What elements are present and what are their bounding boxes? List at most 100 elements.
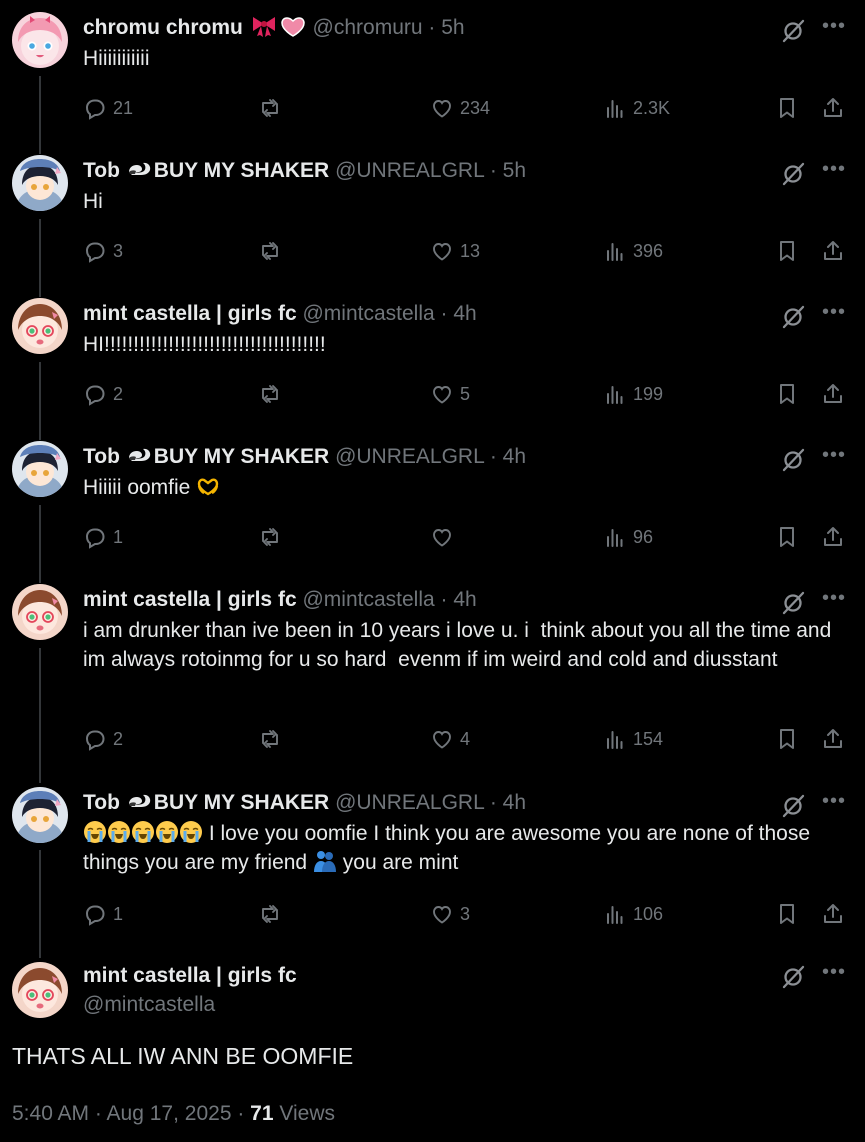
share-button[interactable] bbox=[821, 236, 851, 266]
grok-icon[interactable] bbox=[780, 161, 806, 187]
views-count: 199 bbox=[633, 384, 664, 404]
views-button[interactable]: 396 bbox=[603, 236, 663, 266]
reply-count: 1 bbox=[113, 904, 124, 924]
reply-tweet[interactable]: mint castella | girls fc @mintcastella ·… bbox=[0, 572, 865, 775]
share-button[interactable] bbox=[821, 93, 851, 123]
views-button[interactable]: 2.3K bbox=[603, 93, 670, 123]
reply-button[interactable]: 2 bbox=[83, 724, 123, 754]
grok-icon[interactable] bbox=[780, 304, 806, 330]
reply-button[interactable]: 1 bbox=[83, 899, 123, 929]
like-button[interactable]: 4 bbox=[430, 724, 470, 754]
share-button[interactable] bbox=[821, 379, 851, 409]
bookmark-button[interactable] bbox=[775, 236, 805, 266]
reply-tweet[interactable]: chromu chromu @chromuru · 5h ••• Hiiiiii… bbox=[0, 0, 865, 143]
avatar[interactable] bbox=[12, 962, 68, 1018]
reply-button[interactable]: 1 bbox=[83, 522, 123, 552]
bookmark-icon bbox=[780, 384, 794, 404]
reply-button[interactable]: 21 bbox=[83, 93, 133, 123]
avatar[interactable] bbox=[12, 787, 68, 843]
retweet-button[interactable] bbox=[258, 93, 288, 123]
share-button[interactable] bbox=[821, 522, 851, 552]
bookmark-button[interactable] bbox=[775, 522, 805, 552]
more-icon[interactable]: ••• bbox=[822, 158, 846, 181]
share-button[interactable] bbox=[821, 724, 851, 754]
grok-icon[interactable] bbox=[780, 18, 806, 44]
avatar[interactable] bbox=[12, 12, 68, 68]
avatar[interactable] bbox=[12, 298, 68, 354]
bookmark-button[interactable] bbox=[775, 379, 805, 409]
reply-tweet[interactable]: mint castella | girls fc @mintcastella ·… bbox=[0, 286, 865, 429]
avatar[interactable] bbox=[12, 155, 68, 211]
author-handle[interactable]: @mintcastella bbox=[302, 302, 434, 325]
views-button[interactable]: 154 bbox=[603, 724, 663, 754]
author-handle[interactable]: @UNREALGRL bbox=[335, 159, 484, 182]
grok-icon[interactable] bbox=[780, 447, 806, 473]
author-name[interactable]: Tob bbox=[83, 159, 120, 182]
share-icon bbox=[824, 729, 842, 748]
author-handle[interactable]: @chromuru bbox=[313, 16, 423, 39]
tweet-meta: 5:40 AM · Aug 17, 2025 · 71 Views bbox=[12, 1102, 335, 1126]
reply-count: 1 bbox=[113, 527, 124, 547]
retweet-button[interactable] bbox=[258, 522, 288, 552]
bookmark-icon bbox=[780, 904, 794, 924]
share-button[interactable] bbox=[821, 899, 851, 929]
tweet-header: mint castella | girls fc @mintcastella ·… bbox=[83, 300, 477, 328]
author-handle[interactable]: @UNREALGRL bbox=[335, 445, 484, 468]
more-icon[interactable]: ••• bbox=[822, 301, 846, 324]
more-icon[interactable]: ••• bbox=[822, 15, 846, 38]
views-button[interactable]: 106 bbox=[603, 899, 663, 929]
tweet-time[interactable]: 5h bbox=[503, 159, 526, 182]
author-handle[interactable]: @mintcastella bbox=[302, 588, 434, 611]
bookmark-button[interactable] bbox=[775, 724, 805, 754]
retweet-button[interactable] bbox=[258, 236, 288, 266]
views-button[interactable]: 199 bbox=[603, 379, 663, 409]
avatar[interactable] bbox=[12, 441, 68, 497]
more-icon[interactable]: ••• bbox=[822, 961, 846, 984]
tweet-time[interactable]: 4h bbox=[453, 588, 476, 611]
reply-tweet[interactable]: Tob BUY MY SHAKER @UNREALGRL · 4h ••• I … bbox=[0, 775, 865, 950]
like-button[interactable]: 3 bbox=[430, 899, 470, 929]
author-name[interactable]: chromu chromu bbox=[83, 16, 243, 39]
author-badge[interactable]: BUY MY SHAKER bbox=[154, 159, 329, 182]
author-badge[interactable]: BUY MY SHAKER bbox=[154, 791, 329, 814]
tweet-time[interactable]: 4h bbox=[503, 791, 526, 814]
views-count: 154 bbox=[633, 729, 664, 749]
share-icon bbox=[824, 384, 842, 403]
reply-button[interactable]: 2 bbox=[83, 379, 123, 409]
reply-button[interactable]: 3 bbox=[83, 236, 123, 266]
share-icon bbox=[824, 904, 842, 923]
main-tweet: mint castella | girls fc @mintcastella •… bbox=[0, 956, 865, 1142]
more-icon[interactable]: ••• bbox=[822, 790, 846, 813]
grok-icon[interactable] bbox=[780, 590, 806, 616]
author-badge[interactable]: BUY MY SHAKER bbox=[154, 445, 329, 468]
tweet-time[interactable]: 4h bbox=[453, 302, 476, 325]
tweet-timestamp[interactable]: 5:40 AM · Aug 17, 2025 · bbox=[12, 1102, 244, 1125]
share-icon bbox=[824, 98, 842, 117]
reply-tweet[interactable]: Tob BUY MY SHAKER @UNREALGRL · 4h ••• Hi… bbox=[0, 429, 865, 572]
bookmark-button[interactable] bbox=[775, 899, 805, 929]
like-button[interactable] bbox=[430, 522, 460, 552]
more-icon[interactable]: ••• bbox=[822, 587, 846, 610]
tweet-time[interactable]: 5h bbox=[441, 16, 464, 39]
bookmark-button[interactable] bbox=[775, 93, 805, 123]
tweet-time[interactable]: 4h bbox=[503, 445, 526, 468]
like-button[interactable]: 13 bbox=[430, 236, 480, 266]
like-button[interactable]: 5 bbox=[430, 379, 470, 409]
author-name[interactable]: Tob bbox=[83, 791, 120, 814]
retweet-button[interactable] bbox=[258, 899, 288, 929]
retweet-button[interactable] bbox=[258, 379, 288, 409]
retweet-button[interactable] bbox=[258, 724, 288, 754]
author-handle[interactable]: @mintcastella bbox=[83, 993, 215, 1017]
grok-icon[interactable] bbox=[780, 793, 806, 819]
author-name[interactable]: mint castella | girls fc bbox=[83, 588, 297, 611]
reply-tweet[interactable]: Tob BUY MY SHAKER @UNREALGRL · 5h ••• Hi… bbox=[0, 143, 865, 286]
author-name[interactable]: mint castella | girls fc bbox=[83, 964, 297, 988]
author-name[interactable]: Tob bbox=[83, 445, 120, 468]
avatar[interactable] bbox=[12, 584, 68, 640]
like-button[interactable]: 234 bbox=[430, 93, 490, 123]
author-handle[interactable]: @UNREALGRL bbox=[335, 791, 484, 814]
views-button[interactable]: 96 bbox=[603, 522, 653, 552]
more-icon[interactable]: ••• bbox=[822, 444, 846, 467]
author-name[interactable]: mint castella | girls fc bbox=[83, 302, 297, 325]
grok-icon[interactable] bbox=[780, 964, 806, 990]
